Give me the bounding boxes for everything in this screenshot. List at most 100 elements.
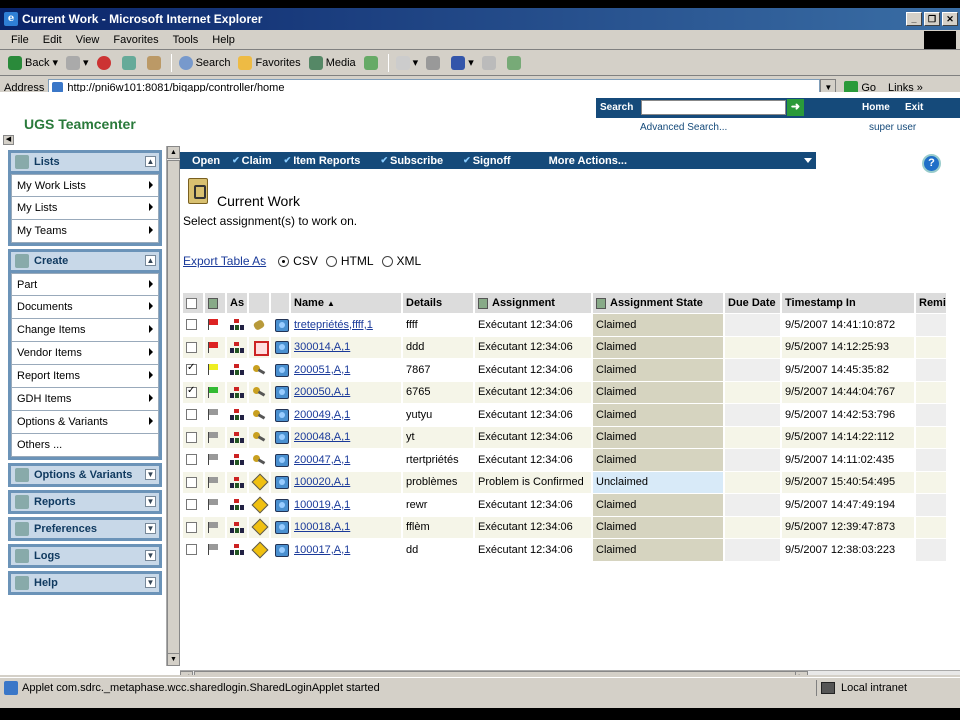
hierarchy-cell[interactable] xyxy=(227,314,247,336)
hierarchy-icon[interactable] xyxy=(230,319,244,331)
as-header[interactable]: As xyxy=(227,293,247,313)
table-row[interactable]: 200051,A,1 7867 Exécutant 12:34:06 Claimed 9… xyxy=(183,359,946,381)
scroll-thumb[interactable] xyxy=(194,671,806,675)
scroll-down-button[interactable]: ▼ xyxy=(167,653,180,666)
row-checkbox[interactable] xyxy=(186,454,197,466)
hierarchy-cell[interactable] xyxy=(227,471,247,493)
sidebar-item[interactable]: Report Items xyxy=(11,365,159,388)
refresh-button[interactable] xyxy=(118,52,143,74)
menu-favorites[interactable]: Favorites xyxy=(106,34,165,46)
sidebar-item[interactable]: Options & Variants xyxy=(11,411,159,434)
sidebar-item[interactable]: Vendor Items xyxy=(11,342,159,365)
table-row[interactable]: 200047,A,1 rtertpriétés Exécutant 12:34:06… xyxy=(183,449,946,471)
view-icon[interactable] xyxy=(274,498,289,512)
mail-button[interactable]: ▾ xyxy=(392,52,423,74)
scroll-up-button[interactable]: ▲ xyxy=(167,146,180,159)
print-button[interactable] xyxy=(422,52,447,74)
table-row[interactable]: 100018,A,1 fflèm Exécutant 12:34:06 Claimed… xyxy=(183,516,946,538)
toggle-icon[interactable]: ▲ xyxy=(145,255,156,266)
view-icon[interactable] xyxy=(274,453,289,467)
name-header[interactable]: Name ▲ xyxy=(291,293,401,313)
radio-button[interactable] xyxy=(325,255,337,267)
export-csv-option[interactable]: CSV xyxy=(278,254,318,268)
open-action[interactable]: Open xyxy=(180,155,220,167)
sidebar-scrollbar[interactable]: ▲ ▼ xyxy=(166,146,180,666)
sidebar-item[interactable]: My Work Lists xyxy=(11,174,159,197)
select-all-checkbox[interactable] xyxy=(186,297,197,309)
row-checkbox[interactable] xyxy=(186,431,197,443)
menu-tools[interactable]: Tools xyxy=(166,34,206,46)
toggle-icon[interactable]: ▼ xyxy=(145,550,156,561)
assignment-header[interactable]: Assignment xyxy=(475,293,591,313)
name-cell[interactable]: 100018,A,1 xyxy=(291,516,401,538)
item-link[interactable]: 200050,A,1 xyxy=(294,386,350,398)
view-cell[interactable] xyxy=(271,336,289,358)
panel-header[interactable]: Reports ▼ xyxy=(11,493,159,511)
name-cell[interactable]: 100017,A,1 xyxy=(291,539,401,561)
view-cell[interactable] xyxy=(271,471,289,493)
row-select-cell[interactable] xyxy=(183,336,203,358)
name-cell[interactable]: 200049,A,1 xyxy=(291,404,401,426)
view-icon[interactable] xyxy=(274,520,289,535)
menu-help[interactable]: Help xyxy=(205,34,242,46)
item-link[interactable]: 200051,A,1 xyxy=(294,364,350,376)
view-cell[interactable] xyxy=(271,494,289,516)
hierarchy-icon[interactable] xyxy=(230,476,244,488)
item-link[interactable]: 100020,A,1 xyxy=(294,476,350,488)
scroll-thumb[interactable] xyxy=(167,160,180,660)
table-row[interactable]: 100019,A,1 rewr Exécutant 12:34:06 Claimed 9… xyxy=(183,494,946,516)
sidebar-item[interactable]: GDH Items xyxy=(11,388,159,411)
exit-link[interactable]: Exit xyxy=(905,102,923,113)
row-select-cell[interactable] xyxy=(183,516,203,538)
view-cell[interactable] xyxy=(271,539,289,561)
sidebar-item[interactable]: Documents xyxy=(11,296,159,319)
help-icon[interactable]: ? xyxy=(922,154,941,173)
home-button[interactable] xyxy=(143,52,168,74)
export-html-option[interactable]: HTML xyxy=(325,254,374,268)
home-link[interactable]: Home xyxy=(862,102,890,113)
menu-edit[interactable]: Edit xyxy=(36,34,69,46)
assignment-state-header[interactable]: Assignment State xyxy=(593,293,723,313)
view-icon[interactable] xyxy=(274,543,289,557)
radio-button[interactable] xyxy=(381,255,393,267)
row-select-cell[interactable] xyxy=(183,381,203,403)
export-xml-option[interactable]: XML xyxy=(381,254,421,268)
hierarchy-cell[interactable] xyxy=(227,449,247,471)
hierarchy-icon[interactable] xyxy=(230,499,244,511)
view-icon[interactable] xyxy=(274,363,289,377)
view-icon[interactable] xyxy=(274,340,289,355)
history-button[interactable] xyxy=(360,52,385,74)
view-cell[interactable] xyxy=(271,404,289,426)
view-icon[interactable] xyxy=(274,408,289,422)
more-actions-menu[interactable]: More Actions... xyxy=(511,155,627,167)
claim-action[interactable]: ✔ Claim xyxy=(220,155,272,167)
hierarchy-cell[interactable] xyxy=(227,516,247,538)
row-checkbox[interactable] xyxy=(186,362,197,376)
name-cell[interactable]: 100020,A,1 xyxy=(291,471,401,493)
row-checkbox[interactable] xyxy=(186,409,197,421)
horizontal-scrollbar[interactable]: ◀ ▶ xyxy=(180,670,960,675)
table-row[interactable]: tretepriétés,ffff,1 ffff Exécutant 12:34:0… xyxy=(183,314,946,336)
name-cell[interactable]: 300014,A,1 xyxy=(291,336,401,358)
hierarchy-icon[interactable] xyxy=(230,454,244,466)
flag-header[interactable] xyxy=(205,293,225,313)
hierarchy-cell[interactable] xyxy=(227,539,247,561)
sidebar-item[interactable]: My Lists xyxy=(11,197,159,220)
view-icon[interactable] xyxy=(274,385,289,400)
row-select-cell[interactable] xyxy=(183,426,203,448)
messenger-button[interactable] xyxy=(503,52,528,74)
panel-header[interactable]: Lists ▲ xyxy=(11,153,159,171)
toggle-icon[interactable]: ▼ xyxy=(145,496,156,507)
hierarchy-cell[interactable] xyxy=(227,494,247,516)
name-cell[interactable]: 200048,A,1 xyxy=(291,426,401,448)
details-header[interactable]: Details xyxy=(403,293,473,313)
scroll-right-button[interactable]: ▶ xyxy=(795,671,808,675)
close-button[interactable]: ✕ xyxy=(942,12,958,26)
view-icon[interactable] xyxy=(274,318,289,332)
toggle-icon[interactable]: ▼ xyxy=(145,523,156,534)
view-icon[interactable] xyxy=(274,475,289,490)
hierarchy-icon[interactable] xyxy=(230,409,244,421)
search-input[interactable] xyxy=(641,100,786,115)
hierarchy-cell[interactable] xyxy=(227,426,247,448)
hierarchy-icon[interactable] xyxy=(230,386,244,398)
